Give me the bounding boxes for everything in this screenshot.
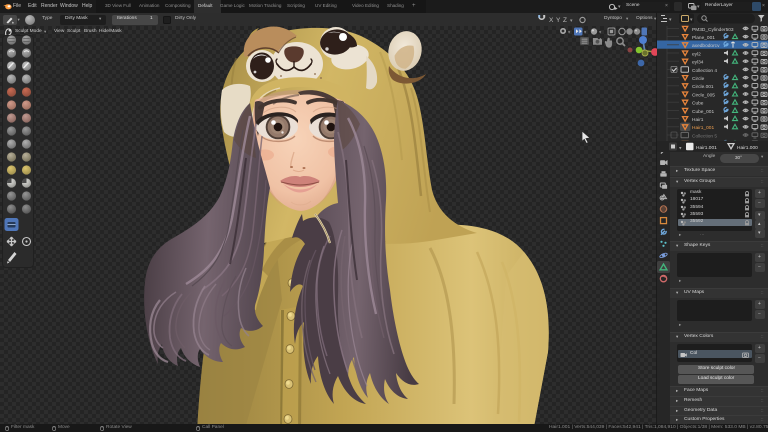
svg-text:Z: Z bbox=[563, 17, 567, 24]
svg-text:Plane_001: Plane_001 bbox=[692, 35, 715, 41]
svg-text:Circle.001: Circle.001 bbox=[692, 84, 714, 90]
svg-text:▾: ▾ bbox=[669, 17, 672, 23]
svg-text:▾: ▾ bbox=[679, 146, 682, 152]
svg-text:Hair1_001: Hair1_001 bbox=[692, 125, 714, 131]
svg-text:Circle: Circle bbox=[692, 76, 705, 82]
svg-text:axedbodorcv: axedbodorcv bbox=[692, 43, 720, 49]
svg-text:Hair1: Hair1 bbox=[692, 117, 704, 123]
svg-text:Hair1.001: Hair1.001 bbox=[696, 145, 717, 151]
svg-text:Hair1.000: Hair1.000 bbox=[737, 145, 758, 151]
svg-text:Cube_001: Cube_001 bbox=[692, 109, 714, 115]
svg-text:Cube: Cube bbox=[692, 101, 704, 107]
svg-text:eyl2: eyl2 bbox=[692, 51, 701, 57]
svg-text:▾: ▾ bbox=[568, 30, 571, 35]
svg-text:eyl34: eyl34 bbox=[692, 60, 704, 66]
svg-text:▾: ▾ bbox=[584, 30, 587, 35]
svg-text:X: X bbox=[549, 17, 554, 24]
svg-text:Collection 5: Collection 5 bbox=[692, 133, 717, 139]
svg-text:Y: Y bbox=[556, 17, 561, 24]
svg-text:Circle_005: Circle_005 bbox=[692, 92, 715, 98]
svg-text:Collection 4: Collection 4 bbox=[692, 68, 717, 74]
svg-text:▾: ▾ bbox=[570, 18, 573, 24]
svg-text:PM3D_Cylinder503: PM3D_Cylinder503 bbox=[692, 27, 734, 33]
svg-text:▾: ▾ bbox=[599, 30, 602, 35]
